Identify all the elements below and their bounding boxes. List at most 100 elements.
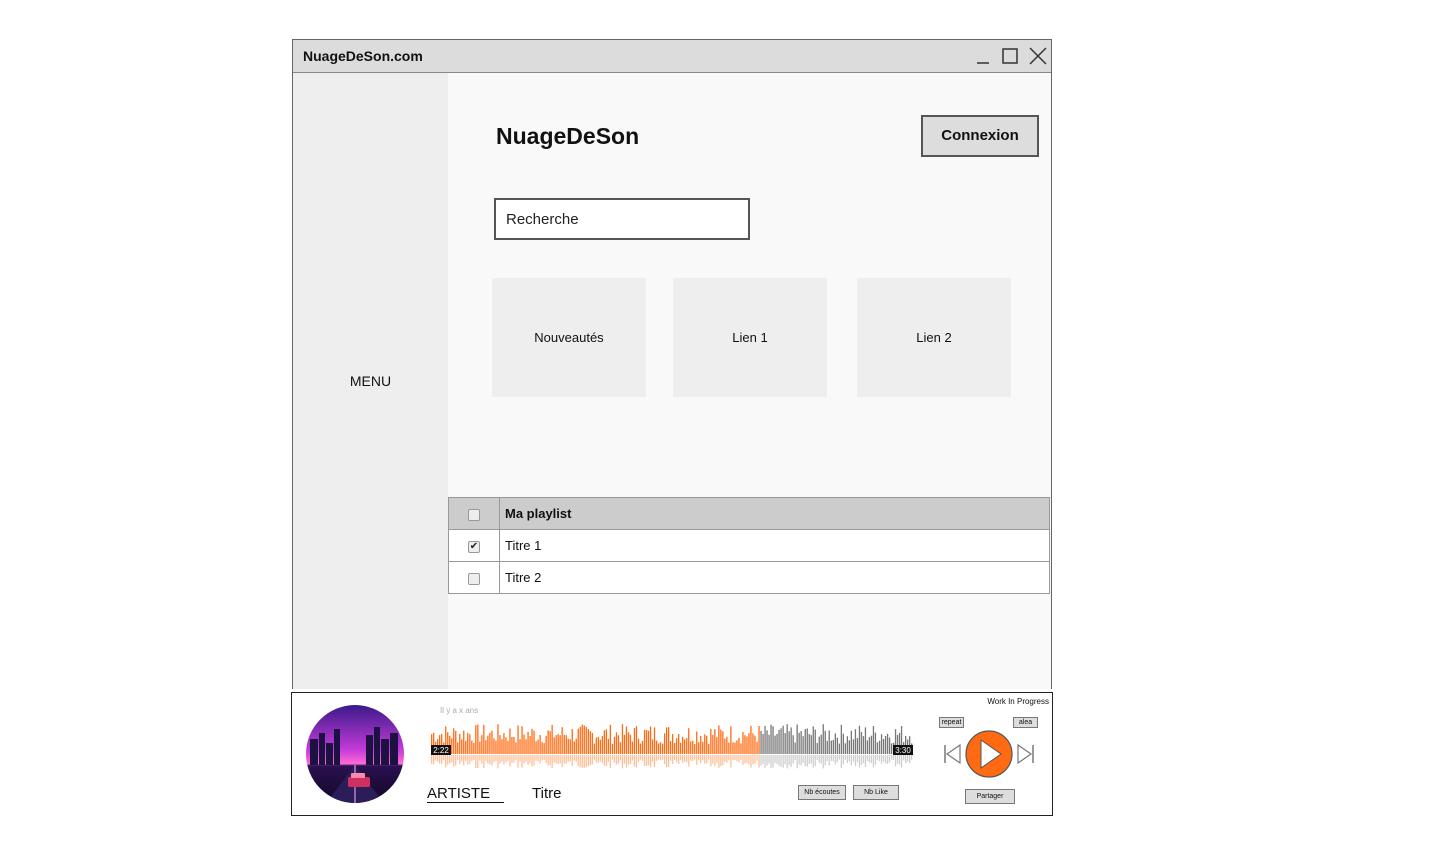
waveform-reflection: [597, 755, 599, 763]
table-row[interactable]: ✔ Titre 1: [448, 529, 1050, 562]
waveform-bar: [744, 735, 746, 754]
waveform-bar: [800, 731, 802, 754]
waveform-reflection: [702, 755, 704, 761]
waveform-reflection: [593, 755, 595, 760]
waveform-reflection: [886, 755, 889, 765]
waveform-bar: [864, 727, 867, 754]
waveform-reflection: [848, 755, 850, 762]
waveform-bar: [567, 738, 569, 754]
waveform-reflection: [529, 755, 531, 764]
waveform-bar: [834, 733, 836, 754]
waveform-bar: [752, 733, 754, 754]
waveform-bar: [824, 730, 826, 754]
likes-count-button[interactable]: Nb Like: [853, 785, 899, 800]
waveform-reflection: [459, 755, 461, 764]
waveform-reflection: [635, 755, 638, 768]
waveform-bar: [714, 729, 716, 754]
waveform-reflection: [776, 755, 778, 764]
waveform-reflection: [838, 755, 840, 760]
waveform-reflection: [788, 755, 790, 766]
waveform-bar: [698, 742, 700, 754]
waveform-reflection: [882, 755, 885, 762]
waveform-reflection: [589, 755, 591, 766]
waveform-reflection: [909, 755, 911, 763]
waveform-bar: [627, 732, 630, 754]
waveform-reflection: [533, 755, 535, 766]
waveform-bar: [742, 732, 744, 754]
waveform-reflection: [792, 755, 794, 764]
close-icon[interactable]: [1028, 46, 1048, 66]
waveform-reflection: [637, 755, 640, 762]
waveform-bar: [519, 739, 521, 754]
waveform-bar: [657, 743, 660, 754]
window-title: NuageDeSon.com: [303, 48, 423, 64]
waveform-reflection: [764, 755, 766, 768]
waveform-bar: [790, 727, 792, 754]
waveform-reflection: [676, 755, 678, 762]
waveform-bar: [720, 729, 722, 754]
waveform-bar: [860, 732, 863, 754]
waveform-reflection: [836, 755, 838, 763]
waveform-reflection: [870, 755, 873, 764]
waveform-reflection: [698, 755, 700, 761]
waveform-bar: [842, 733, 844, 754]
waveform-reflection: [668, 755, 670, 768]
tile-link-2[interactable]: Lien 2: [857, 278, 1011, 397]
row-checkbox-checked[interactable]: ✔: [468, 540, 480, 553]
repeat-button[interactable]: repeat: [939, 717, 964, 728]
waveform-bar: [461, 739, 463, 754]
waveform-bar: [786, 724, 788, 754]
next-icon[interactable]: [1016, 743, 1036, 765]
waveform-reflection: [828, 755, 830, 766]
waveform-reflection: [487, 755, 489, 764]
posted-ago: Il y a x ans: [440, 706, 479, 715]
waveform-reflection: [692, 755, 694, 761]
waveform-seekbar[interactable]: 2:22 3:30: [431, 723, 913, 771]
tile-link-1[interactable]: Lien 1: [673, 278, 827, 397]
waveform-reflection: [483, 755, 485, 769]
waveform-reflection: [503, 755, 505, 765]
waveform-reflection: [884, 755, 887, 764]
login-button[interactable]: Connexion: [921, 115, 1039, 157]
sidebar: MENU: [293, 73, 448, 689]
waveform-reflection: [856, 755, 859, 763]
shuffle-button[interactable]: alea: [1013, 717, 1038, 728]
waveform-bar: [473, 743, 475, 754]
listens-count-badge[interactable]: Nb écoutes: [798, 785, 846, 800]
table-row[interactable]: Titre 2: [448, 561, 1050, 594]
row-checkbox[interactable]: [468, 572, 480, 585]
waveform-reflection: [810, 755, 812, 764]
select-all-checkbox[interactable]: [468, 508, 480, 521]
waveform-bar: [633, 728, 636, 754]
waveform-reflection: [569, 755, 571, 762]
playlist-header: Ma playlist: [499, 497, 1050, 530]
tile-new-releases[interactable]: Nouveautés: [492, 278, 646, 397]
play-icon[interactable]: [964, 729, 1014, 779]
waveform-reflection: [437, 755, 439, 762]
waveform-reflection: [519, 755, 521, 762]
search-input[interactable]: [494, 198, 750, 240]
waveform-bar: [603, 730, 605, 754]
maximize-icon[interactable]: [1000, 46, 1020, 66]
waveform-reflection: [433, 755, 435, 765]
menu-label[interactable]: MENU: [293, 373, 448, 389]
waveform-reflection: [461, 755, 463, 762]
artist-link[interactable]: ARTISTE: [427, 785, 505, 803]
waveform-bar: [736, 740, 738, 754]
waveform-bar: [579, 726, 581, 754]
waveform-reflection: [595, 755, 597, 763]
waveform-bar: [625, 726, 628, 754]
waveform-reflection: [605, 755, 607, 767]
waveform-bar: [527, 731, 529, 754]
waveform-reflection: [639, 755, 642, 760]
waveform-reflection: [890, 755, 893, 760]
minimize-icon[interactable]: [974, 46, 994, 66]
waveform-reflection: [653, 755, 656, 767]
previous-icon[interactable]: [942, 743, 962, 765]
waveform-reflection: [774, 755, 776, 764]
waveform-bar: [585, 726, 587, 754]
waveform-bar: [595, 737, 597, 754]
waveform-reflection: [625, 755, 628, 768]
waveform-reflection: [643, 755, 646, 766]
share-button[interactable]: Partager: [965, 789, 1015, 804]
